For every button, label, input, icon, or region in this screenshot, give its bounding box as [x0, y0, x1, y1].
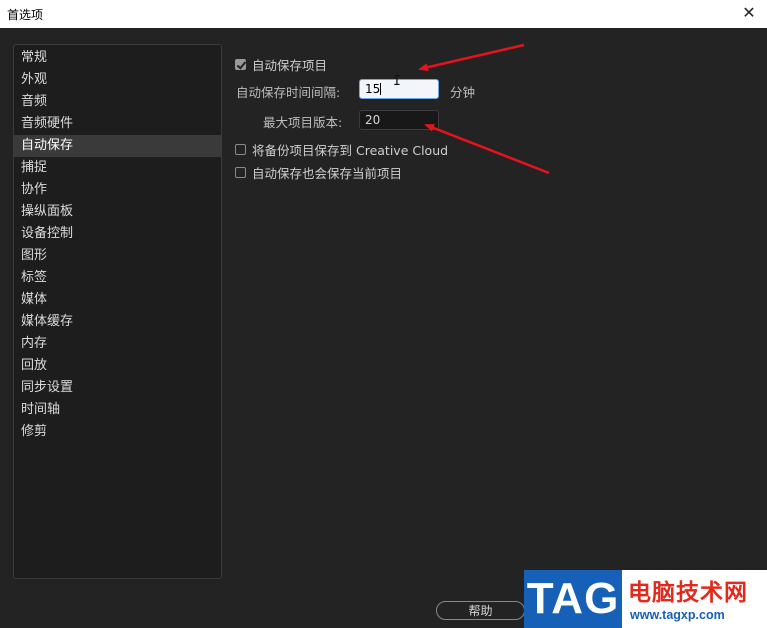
sidebar-item[interactable]: 自动保存 — [14, 135, 221, 157]
max-versions-label: 最大项目版本: — [263, 115, 343, 130]
sidebar-item[interactable]: 媒体缓存 — [14, 311, 221, 333]
autosave-panel: 自动保存项目 自动保存时间间隔: 15 分钟 最大项目版本: 20 将备份项目保… — [230, 44, 750, 579]
autosave-projects-label: 自动保存项目 — [252, 58, 328, 73]
max-versions-value: 20 — [365, 113, 381, 127]
close-icon[interactable]: ✕ — [739, 3, 759, 23]
sidebar-item[interactable]: 操纵面板 — [14, 201, 221, 223]
sidebar-item[interactable]: 捕捉 — [14, 157, 221, 179]
window-title: 首选项 — [7, 8, 44, 22]
sidebar-item[interactable]: 同步设置 — [14, 377, 221, 399]
save-current-project-label: 自动保存也会保存当前项目 — [252, 166, 403, 181]
text-cursor-icon: I — [393, 74, 401, 89]
sidebar-item[interactable]: 音频 — [14, 91, 221, 113]
help-button[interactable]: 帮助 — [436, 601, 525, 620]
autosave-interval-label: 自动保存时间间隔: — [236, 85, 341, 100]
watermark-url: www.tagxp.com — [630, 608, 725, 622]
watermark-tag: TAG — [524, 570, 622, 628]
text-caret — [380, 83, 382, 95]
save-current-project-checkbox[interactable]: 自动保存也会保存当前项目 — [235, 163, 402, 182]
watermark-logo: TAG 电脑技术网 www.tagxp.com — [524, 570, 767, 628]
sidebar-item[interactable]: 设备控制 — [14, 223, 221, 245]
backup-to-cloud-label: 将备份项目保存到 Creative Cloud — [252, 143, 449, 158]
watermark-name: 电脑技术网 — [628, 580, 748, 606]
sidebar-item[interactable]: 外观 — [14, 69, 221, 91]
max-versions-input[interactable]: 20 — [359, 110, 439, 130]
checkbox-unchecked-icon — [235, 144, 246, 155]
watermark-text-block: 电脑技术网 www.tagxp.com — [622, 570, 767, 628]
title-bar: 首选项 ✕ — [0, 0, 767, 28]
category-list: 常规 外观 音频 音频硬件 自动保存 捕捉 协作 操纵面板 设备控制 图形 标签 媒体 媒体缓存 内存 回放… — [13, 44, 222, 579]
sidebar-item[interactable]: 时间轴 — [14, 399, 221, 421]
autosave-interval-unit: 分钟 — [450, 85, 476, 100]
autosave-interval-value: 15 — [365, 82, 381, 96]
sidebar-item[interactable]: 标签 — [14, 267, 221, 289]
backup-to-cloud-checkbox[interactable]: 将备份项目保存到 Creative Cloud — [235, 140, 448, 159]
checkbox-unchecked-icon — [235, 167, 246, 178]
checkbox-checked-icon — [235, 59, 246, 70]
preferences-window: 首选项 ✕ 常规 外观 音频 音频硬件 自动保存 捕捉 协作 操纵面板 设备控制 图形 标签 媒体 媒体… — [0, 0, 767, 628]
autosave-projects-checkbox[interactable]: 自动保存项目 — [235, 55, 327, 74]
sidebar-item[interactable]: 协作 — [14, 179, 221, 201]
sidebar-item[interactable]: 音频硬件 — [14, 113, 221, 135]
sidebar-item[interactable]: 修剪 — [14, 421, 221, 443]
sidebar-item[interactable]: 媒体 — [14, 289, 221, 311]
sidebar-item[interactable]: 常规 — [14, 47, 221, 69]
sidebar-item[interactable]: 图形 — [14, 245, 221, 267]
sidebar-item[interactable]: 内存 — [14, 333, 221, 355]
sidebar-item[interactable]: 回放 — [14, 355, 221, 377]
